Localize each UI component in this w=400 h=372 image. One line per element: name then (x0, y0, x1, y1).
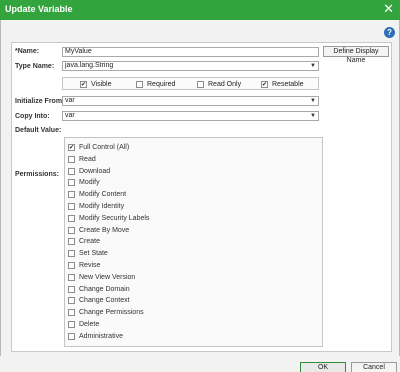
resetable-label: Resetable (272, 81, 304, 88)
permission-item[interactable]: Modify Identity (68, 203, 308, 211)
close-icon[interactable]: ✕ (383, 2, 394, 16)
ok-button[interactable]: OK (300, 362, 346, 372)
permission-label: Read (79, 155, 96, 163)
permission-label: Full Control (All) (79, 144, 130, 151)
permission-label: Download (79, 167, 111, 175)
permission-label: Change Domain (79, 285, 130, 293)
cancel-button[interactable]: Cancel (351, 362, 397, 372)
permission-checkbox[interactable] (68, 285, 75, 293)
permission-checkbox[interactable] (68, 297, 75, 305)
permission-label: Modify Security Labels (79, 214, 150, 222)
permission-label: Modify (79, 179, 100, 187)
permission-label: Administrative (79, 332, 123, 340)
name-label: *Name: (15, 48, 40, 55)
permission-item[interactable]: Delete (68, 321, 308, 329)
visible-label: Visible (91, 81, 112, 88)
dialog-title: Update Variable (5, 4, 73, 14)
permission-checkbox[interactable] (68, 262, 75, 269)
permissions-label: Permissions: (15, 171, 59, 178)
initialize-from-value: var (65, 97, 75, 104)
permission-checkbox[interactable] (68, 155, 75, 163)
permission-label: Delete (79, 321, 100, 328)
permission-item[interactable]: Revise (68, 262, 308, 270)
permission-checkbox[interactable] (68, 238, 75, 246)
permission-label: Change Context (79, 297, 130, 305)
initialize-from-select[interactable]: var ▼ (62, 96, 319, 106)
initialize-from-label: Initialize From: (15, 98, 65, 105)
permission-item[interactable]: Modify Security Labels (68, 214, 308, 223)
permission-checkbox[interactable] (68, 226, 75, 234)
checkbox-visible[interactable]: ✔ (80, 81, 87, 88)
permission-label: Create (79, 238, 101, 246)
permission-item[interactable]: Change Context (68, 297, 308, 305)
permission-item[interactable]: New View Version (68, 273, 308, 282)
default-value-label: Default Value: (15, 127, 62, 134)
permission-checkbox[interactable] (68, 203, 75, 210)
permission-item[interactable]: ✔ Full Control (All) (68, 144, 308, 152)
permission-label: Create By Move (79, 226, 130, 234)
variable-flags-group: ✔ Visible Required Read Only ✔ Resetable (62, 77, 319, 90)
permission-checkbox[interactable] (68, 179, 75, 187)
help-icon[interactable]: ? (384, 27, 395, 38)
permission-item[interactable]: Modify (68, 179, 308, 187)
type-name-select[interactable]: java.lang.String ▼ (62, 61, 319, 71)
permission-checkbox[interactable] (68, 309, 75, 317)
permission-checkbox[interactable] (68, 191, 75, 199)
define-display-name-button[interactable]: Define Display Name (323, 46, 389, 64)
permission-checkbox[interactable]: ✔ (68, 144, 75, 151)
permission-label: New View Version (79, 273, 136, 281)
permission-checkbox[interactable] (68, 167, 75, 175)
checkbox-read-only[interactable] (197, 81, 204, 88)
permission-label: Modify Identity (79, 203, 125, 210)
dropdown-arrow-icon: ▼ (310, 63, 316, 69)
name-input[interactable]: MyValue (62, 47, 319, 57)
permission-item[interactable]: Administrative (68, 332, 308, 341)
permission-item[interactable]: Change Domain (68, 285, 308, 294)
copy-into-value: var (65, 112, 75, 119)
permission-label: Modify Content (79, 191, 127, 199)
permission-label: Change Permissions (79, 309, 144, 317)
read-only-label: Read Only (208, 81, 242, 88)
copy-into-label: Copy Into: (15, 113, 50, 120)
required-label: Required (147, 81, 176, 88)
checkbox-required[interactable] (136, 81, 143, 88)
permission-item[interactable]: Modify Content (68, 191, 308, 199)
type-name-value: java.lang.String (65, 62, 114, 69)
permission-checkbox[interactable] (68, 332, 75, 340)
permission-label: Revise (79, 262, 101, 269)
permission-checkbox[interactable] (68, 214, 75, 222)
permission-checkbox[interactable] (68, 273, 75, 281)
copy-into-select[interactable]: var ▼ (62, 111, 319, 121)
permissions-list[interactable]: ✔ Full Control (All) Read Download Modify Mod… (64, 137, 323, 347)
permission-item[interactable]: Read (68, 155, 308, 164)
title-bar: Update Variable ✕ (0, 0, 400, 20)
permission-label: Set State (79, 250, 108, 258)
permission-checkbox[interactable] (68, 321, 75, 328)
permission-checkbox[interactable] (68, 250, 75, 258)
permission-item[interactable]: Change Permissions (68, 309, 308, 317)
permission-item[interactable]: Set State (68, 250, 308, 258)
checkbox-resetable[interactable]: ✔ (261, 81, 268, 88)
dropdown-arrow-icon: ▼ (310, 113, 316, 119)
dropdown-arrow-icon: ▼ (310, 98, 316, 104)
permission-item[interactable]: Create By Move (68, 226, 308, 235)
type-name-label: Type Name: (15, 63, 55, 70)
permission-item[interactable]: Create (68, 238, 308, 246)
permission-item[interactable]: Download (68, 167, 308, 176)
